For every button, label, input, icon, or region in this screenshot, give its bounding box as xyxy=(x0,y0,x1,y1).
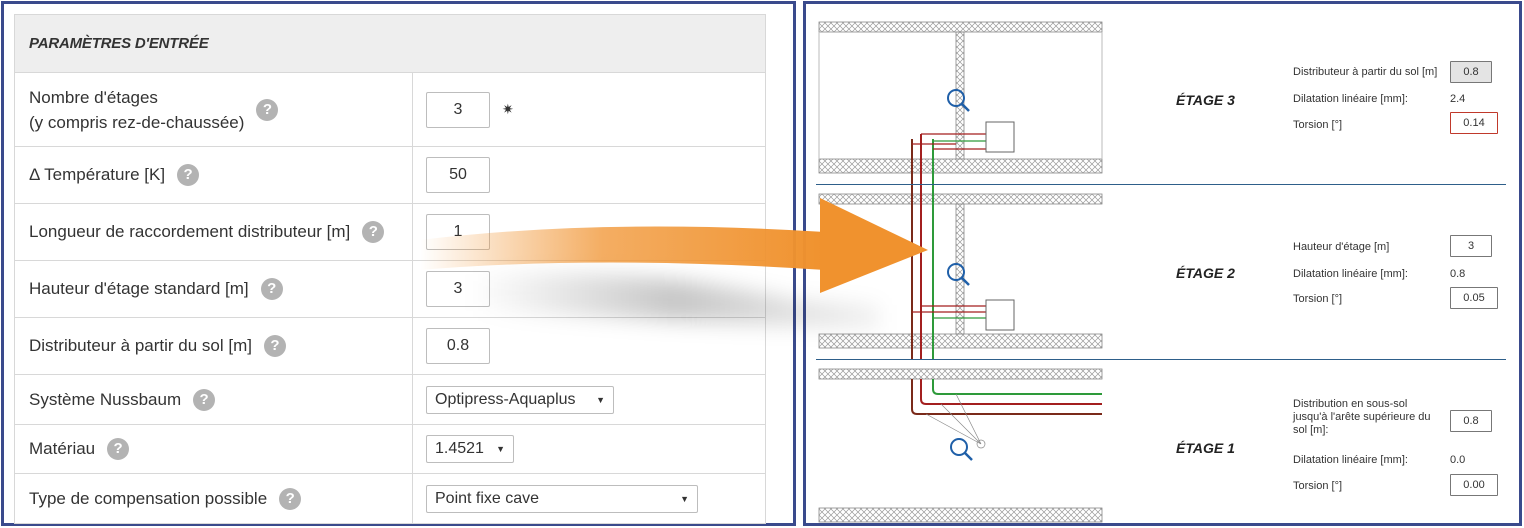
floor-height-field[interactable]: 3 xyxy=(1450,235,1492,257)
floor-field-label: Dilatation linéaire [mm]: xyxy=(1293,454,1408,466)
dropdown-caret-icon: ▼ xyxy=(596,394,605,405)
help-icon[interactable]: ? xyxy=(260,278,283,300)
floor-count-input[interactable]: 3 xyxy=(426,91,490,128)
torsion-field[interactable]: 0.14 xyxy=(1450,112,1498,134)
floor-field-label: Distribution en sous-sol jusqu'à l'arête… xyxy=(1293,398,1431,436)
help-icon[interactable]: ? xyxy=(279,488,302,510)
floor-separator xyxy=(816,359,1506,360)
help-icon[interactable]: ? xyxy=(256,98,279,121)
distributor-height-field[interactable]: 0.8 xyxy=(1450,61,1492,83)
floor-field-label: Hauteur d'étage [m] xyxy=(1293,241,1390,253)
help-icon[interactable]: ? xyxy=(263,335,286,357)
row-material: Matériau ? 1.4521 ▼ xyxy=(15,425,765,474)
row-standard-floor-height: Hauteur d'étage standard [m] ? 3 xyxy=(15,261,765,318)
linear-expansion-value: 0.8 xyxy=(1450,268,1466,280)
floor-field-label: Distributeur à partir du sol [m] xyxy=(1293,66,1438,78)
nussbaum-system-label: Système Nussbaum xyxy=(29,389,182,409)
required-icon: ✷ xyxy=(502,101,514,117)
help-icon[interactable]: ? xyxy=(362,221,385,243)
row-distributor-height: Distributeur à partir du sol [m] ? 0.8 xyxy=(15,318,765,375)
dropdown-caret-icon: ▼ xyxy=(496,444,505,454)
floor-title: ÉTAGE 3 xyxy=(1176,92,1235,108)
floor-title: ÉTAGE 1 xyxy=(1176,440,1235,456)
distributor-height-label: Distributeur à partir du sol [m] xyxy=(29,336,252,355)
connection-length-label: Longueur de raccordement distributeur [m… xyxy=(29,222,351,241)
floor-count-sublabel: (y compris rez-de-chaussée) xyxy=(29,112,245,132)
floor-field-label: Torsion [°] xyxy=(1293,119,1343,131)
standard-floor-height-input[interactable]: 3 xyxy=(426,271,490,307)
material-select[interactable]: 1.4521 ▼ xyxy=(426,435,514,463)
torsion-field[interactable]: 0.05 xyxy=(1450,287,1498,309)
compensation-type-select[interactable]: Point fixe cave ▼ xyxy=(426,485,698,513)
connection-length-input[interactable]: 1 xyxy=(426,214,490,250)
parameters-table: PARAMÈTRES D'ENTRÉE Nombre d'étages (y c… xyxy=(14,14,766,524)
floor-field-label: Dilatation linéaire [mm]: xyxy=(1293,268,1408,280)
material-value: 1.4521 xyxy=(435,440,484,457)
material-label: Matériau xyxy=(29,439,96,458)
floor-title: ÉTAGE 2 xyxy=(1176,265,1235,281)
floor-field-label: Torsion [°] xyxy=(1293,293,1343,305)
nussbaum-system-select[interactable]: Optipress-Aquaplus ▼ xyxy=(426,385,614,414)
input-parameters-panel: PARAMÈTRES D'ENTRÉE Nombre d'étages (y c… xyxy=(1,1,796,526)
floor-field-label: Torsion [°] xyxy=(1293,480,1343,492)
building-section-drawing xyxy=(818,21,1103,523)
row-floor-count: Nombre d'étages (y compris rez-de-chauss… xyxy=(15,73,765,147)
help-icon[interactable]: ? xyxy=(107,438,130,460)
row-compensation-type: Type de compensation possible ? Point fi… xyxy=(15,474,765,524)
slab xyxy=(818,21,1103,33)
linear-expansion-value: 0.0 xyxy=(1450,454,1466,466)
basement-distribution-field[interactable]: 0.8 xyxy=(1450,410,1492,432)
floor-field-label: Dilatation linéaire [mm]: xyxy=(1293,93,1408,105)
nussbaum-system-value: Optipress-Aquaplus xyxy=(435,390,576,408)
row-delta-temperature: Δ Température [K] ? 50 xyxy=(15,147,765,204)
distributor-box xyxy=(985,121,1015,153)
row-connection-length: Longueur de raccordement distributeur [m… xyxy=(15,204,765,261)
delta-temperature-input[interactable]: 50 xyxy=(426,157,490,193)
slab xyxy=(818,193,1103,205)
compensation-type-value: Point fixe cave xyxy=(435,490,540,507)
linear-expansion-value: 2.4 xyxy=(1450,93,1466,105)
compensation-type-label: Type de compensation possible xyxy=(29,489,268,508)
standard-floor-height-label: Hauteur d'étage standard [m] xyxy=(29,279,249,298)
slab xyxy=(818,368,1103,380)
help-icon[interactable]: ? xyxy=(193,388,216,411)
torsion-field[interactable]: 0.00 xyxy=(1450,474,1498,496)
help-icon[interactable]: ? xyxy=(177,164,200,186)
distributor-box xyxy=(985,299,1015,331)
slab xyxy=(818,333,1103,349)
magnifier-icon[interactable] xyxy=(950,438,973,461)
floor-diagram-panel: ÉTAGE 3 Distributeur à partir du sol [m]… xyxy=(803,1,1522,526)
floor-separator xyxy=(816,184,1506,185)
slab xyxy=(818,507,1103,523)
parameters-header: PARAMÈTRES D'ENTRÉE xyxy=(15,15,765,73)
floor-count-label: Nombre d'étages xyxy=(29,87,158,107)
distributor-height-input[interactable]: 0.8 xyxy=(426,328,490,364)
row-nussbaum-system: Système Nussbaum ? Optipress-Aquaplus ▼ xyxy=(15,375,765,425)
slab xyxy=(818,158,1103,174)
delta-temperature-label: Δ Température [K] xyxy=(29,165,166,184)
dropdown-caret-icon: ▼ xyxy=(680,494,689,504)
